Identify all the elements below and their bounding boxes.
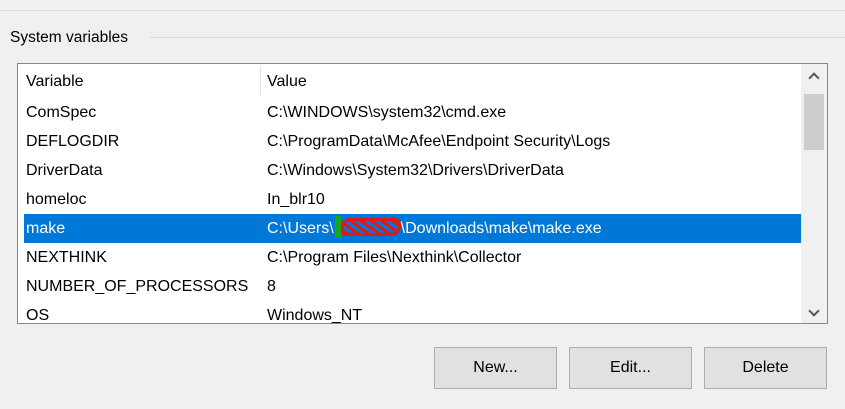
edit-button[interactable]: Edit... [569, 347, 692, 389]
column-separator[interactable] [260, 66, 261, 96]
variable-value: C:\Program Files\Nexthink\Collector [267, 249, 522, 266]
list-header: Variable Value [18, 64, 801, 98]
table-row[interactable]: NUMBER_OF_PROCESSORS 8 [18, 272, 801, 301]
variable-name: make [26, 220, 66, 237]
table-row[interactable]: ComSpec C:\WINDOWS\system32\cmd.exe [18, 98, 801, 127]
redaction-mark [334, 216, 341, 238]
table-row[interactable]: DriverData C:\Windows\System32\Drivers\D… [18, 156, 801, 185]
group-divider [150, 37, 845, 38]
variable-value: C:\WINDOWS\system32\cmd.exe [267, 104, 507, 121]
column-header-variable[interactable]: Variable [26, 64, 84, 98]
delete-button[interactable]: Delete [704, 347, 827, 389]
upper-section-edge [0, 0, 845, 11]
table-row[interactable]: OS Windows_NT [18, 301, 801, 324]
variable-name: DEFLOGDIR [26, 133, 120, 150]
variable-value: Windows_NT [267, 307, 363, 324]
redaction-scribble [340, 218, 401, 236]
table-row[interactable]: NEXTHINK C:\Program Files\Nexthink\Colle… [18, 243, 801, 272]
system-variables-list[interactable]: Variable Value ComSpec C:\WINDOWS\system… [17, 63, 828, 324]
variable-name: NEXTHINK [26, 249, 107, 266]
variable-name: ComSpec [26, 104, 97, 121]
scrollbar-thumb[interactable] [804, 94, 824, 150]
table-row-selected[interactable]: make C:\Users\ \Downloads\make\make.exe [24, 214, 801, 243]
vertical-scrollbar[interactable] [801, 64, 827, 323]
variable-value: In_blr10 [267, 191, 325, 208]
chevron-down-icon[interactable] [801, 297, 827, 323]
variable-name: DriverData [26, 162, 103, 179]
variable-value: C:\ProgramData\McAfee\Endpoint Security\… [267, 133, 611, 150]
column-header-value[interactable]: Value [267, 64, 307, 98]
table-row[interactable]: homeloc In_blr10 [18, 185, 801, 214]
new-button[interactable]: New... [434, 347, 557, 389]
value-suffix: \Downloads\make\make.exe [400, 220, 602, 237]
variable-name: NUMBER_OF_PROCESSORS [26, 278, 249, 295]
variable-value: C:\Users\ \Downloads\make\make.exe [267, 214, 602, 243]
chevron-up-icon[interactable] [801, 64, 827, 90]
variable-name: homeloc [26, 191, 87, 208]
value-prefix: C:\Users\ [267, 220, 334, 237]
variable-value: 8 [267, 278, 276, 295]
variable-value: C:\Windows\System32\Drivers\DriverData [267, 162, 564, 179]
variable-name: OS [26, 307, 50, 324]
table-row[interactable]: DEFLOGDIR C:\ProgramData\McAfee\Endpoint… [18, 127, 801, 156]
system-variables-group-title: System variables [10, 29, 129, 46]
